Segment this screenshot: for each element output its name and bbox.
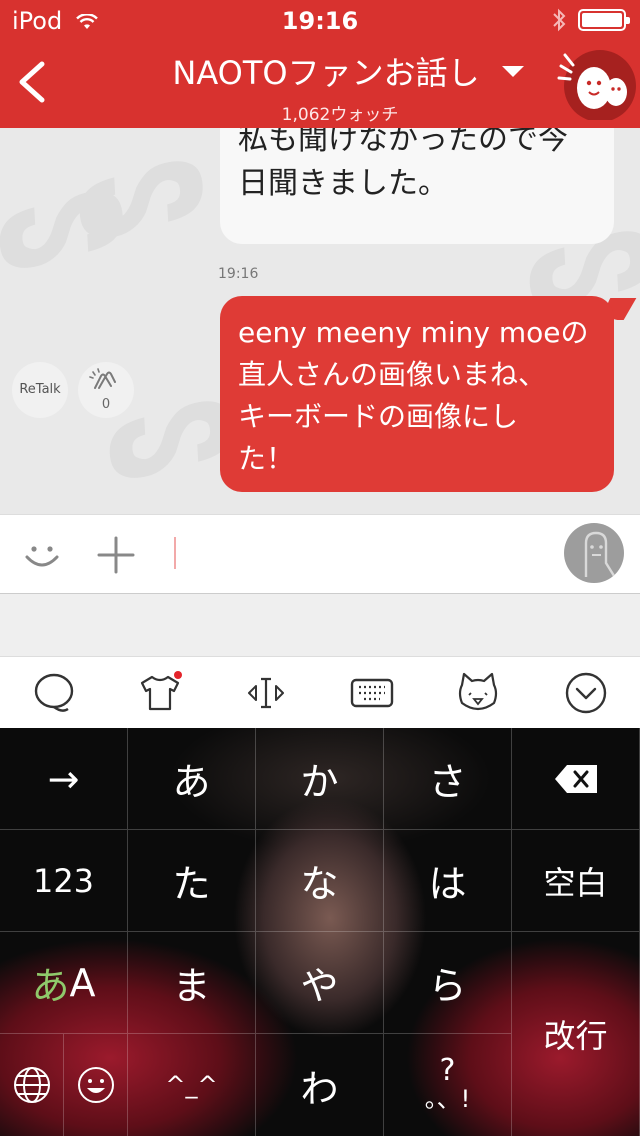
outgoing-message[interactable]: eeny meeny miny moeの 直人さんの画像いまね、 キーボードの画… — [220, 296, 614, 492]
key-a[interactable]: あ — [128, 728, 256, 830]
key-ka[interactable]: か — [256, 728, 384, 830]
mode-alpha-label: A — [69, 960, 96, 1005]
arrow-key[interactable]: → — [0, 728, 128, 830]
key-ta[interactable]: た — [128, 830, 256, 932]
incoming-message[interactable]: 私も聞けなかったので今 日聞きました。 — [220, 128, 614, 244]
message-input-field[interactable] — [174, 537, 176, 569]
clap-icon — [89, 368, 116, 389]
chat-title-area[interactable]: NAOTOファンお話し 1,062ウォッチ — [150, 48, 530, 125]
key-ha[interactable]: は — [384, 830, 512, 932]
key-ra[interactable]: ら — [384, 932, 512, 1034]
message-line: キーボードの画像にし — [238, 400, 519, 433]
enter-key[interactable]: 改行 — [512, 932, 640, 1136]
chat-bubble-icon[interactable] — [32, 671, 76, 715]
clap-button[interactable]: 0 — [78, 362, 134, 418]
tshirt-icon[interactable] — [138, 671, 182, 715]
key-na[interactable]: な — [256, 830, 384, 932]
delete-key[interactable] — [512, 728, 640, 830]
battery-icon — [578, 9, 630, 31]
message-input-bar — [0, 514, 640, 594]
key-wa[interactable]: わ — [256, 1034, 384, 1136]
mode-kana-label: あ — [31, 964, 70, 1008]
chat-area[interactable]: ᔕ ᔕ ᔕ ᔕ 私も聞けなかったので今 日聞きました。 19:16 eeny m… — [0, 128, 640, 514]
message-line: eeny meeny miny moeの — [238, 316, 589, 349]
numbers-key[interactable]: 123 — [0, 830, 128, 932]
keyboard-icon[interactable] — [350, 671, 394, 715]
bluetooth-icon — [553, 8, 566, 32]
chevron-left-icon[interactable] — [12, 54, 52, 110]
message-line: た！ — [238, 442, 295, 475]
message-line: 日聞きました。 — [238, 166, 448, 201]
keyboard-toolbar — [0, 656, 640, 728]
watch-count: 1,062ウォッチ — [281, 105, 399, 125]
emoji-key[interactable] — [64, 1034, 128, 1136]
punctuation-sub: 。、! — [424, 1085, 471, 1113]
chat-header: iPod 19:16 NAOTOファンお話し 1,062ウォッチ — [0, 0, 640, 128]
key-sa[interactable]: さ — [384, 728, 512, 830]
message-line: 私も聞けなかったので今 — [238, 128, 568, 157]
input-mode-key[interactable]: あA — [0, 932, 128, 1034]
message-line: 直人さんの画像いまね、 — [238, 358, 547, 391]
punctuation-key[interactable]: ? 。、! — [384, 1034, 512, 1136]
plus-icon[interactable] — [96, 535, 136, 575]
input-spacer — [0, 594, 640, 656]
globe-icon — [13, 1067, 50, 1103]
key-ma[interactable]: ま — [128, 932, 256, 1034]
key-ya[interactable]: や — [256, 932, 384, 1034]
punctuation-main: ? — [439, 1053, 456, 1088]
chat-title[interactable]: NAOTOファンお話し — [156, 48, 496, 94]
status-bar: iPod 19:16 — [0, 0, 640, 40]
space-key[interactable]: 空白 — [512, 830, 640, 932]
mascot-icon[interactable] — [556, 48, 636, 120]
status-right — [552, 8, 630, 32]
smiley-icon[interactable] — [22, 535, 62, 575]
delete-icon — [554, 764, 597, 793]
globe-key[interactable] — [0, 1034, 64, 1136]
avatar-icon[interactable] — [564, 523, 624, 583]
clap-count: 0 — [101, 397, 111, 412]
message-timestamp: 19:16 — [218, 266, 259, 282]
status-time: 19:16 — [281, 7, 359, 35]
dropdown-caret-icon[interactable] — [502, 65, 524, 77]
keyboard: → あ か さ 123 た な は 空白 あA ま や ら 改行 ^_^ わ ? — [0, 728, 640, 1136]
cursor-move-icon[interactable] — [244, 671, 288, 715]
retalk-button[interactable]: ReTalk — [12, 362, 68, 418]
collapse-icon[interactable] — [564, 671, 608, 715]
kaomoji-key[interactable]: ^_^ — [128, 1034, 256, 1136]
cat-face-icon[interactable] — [456, 671, 500, 715]
smiley-icon — [77, 1067, 114, 1103]
